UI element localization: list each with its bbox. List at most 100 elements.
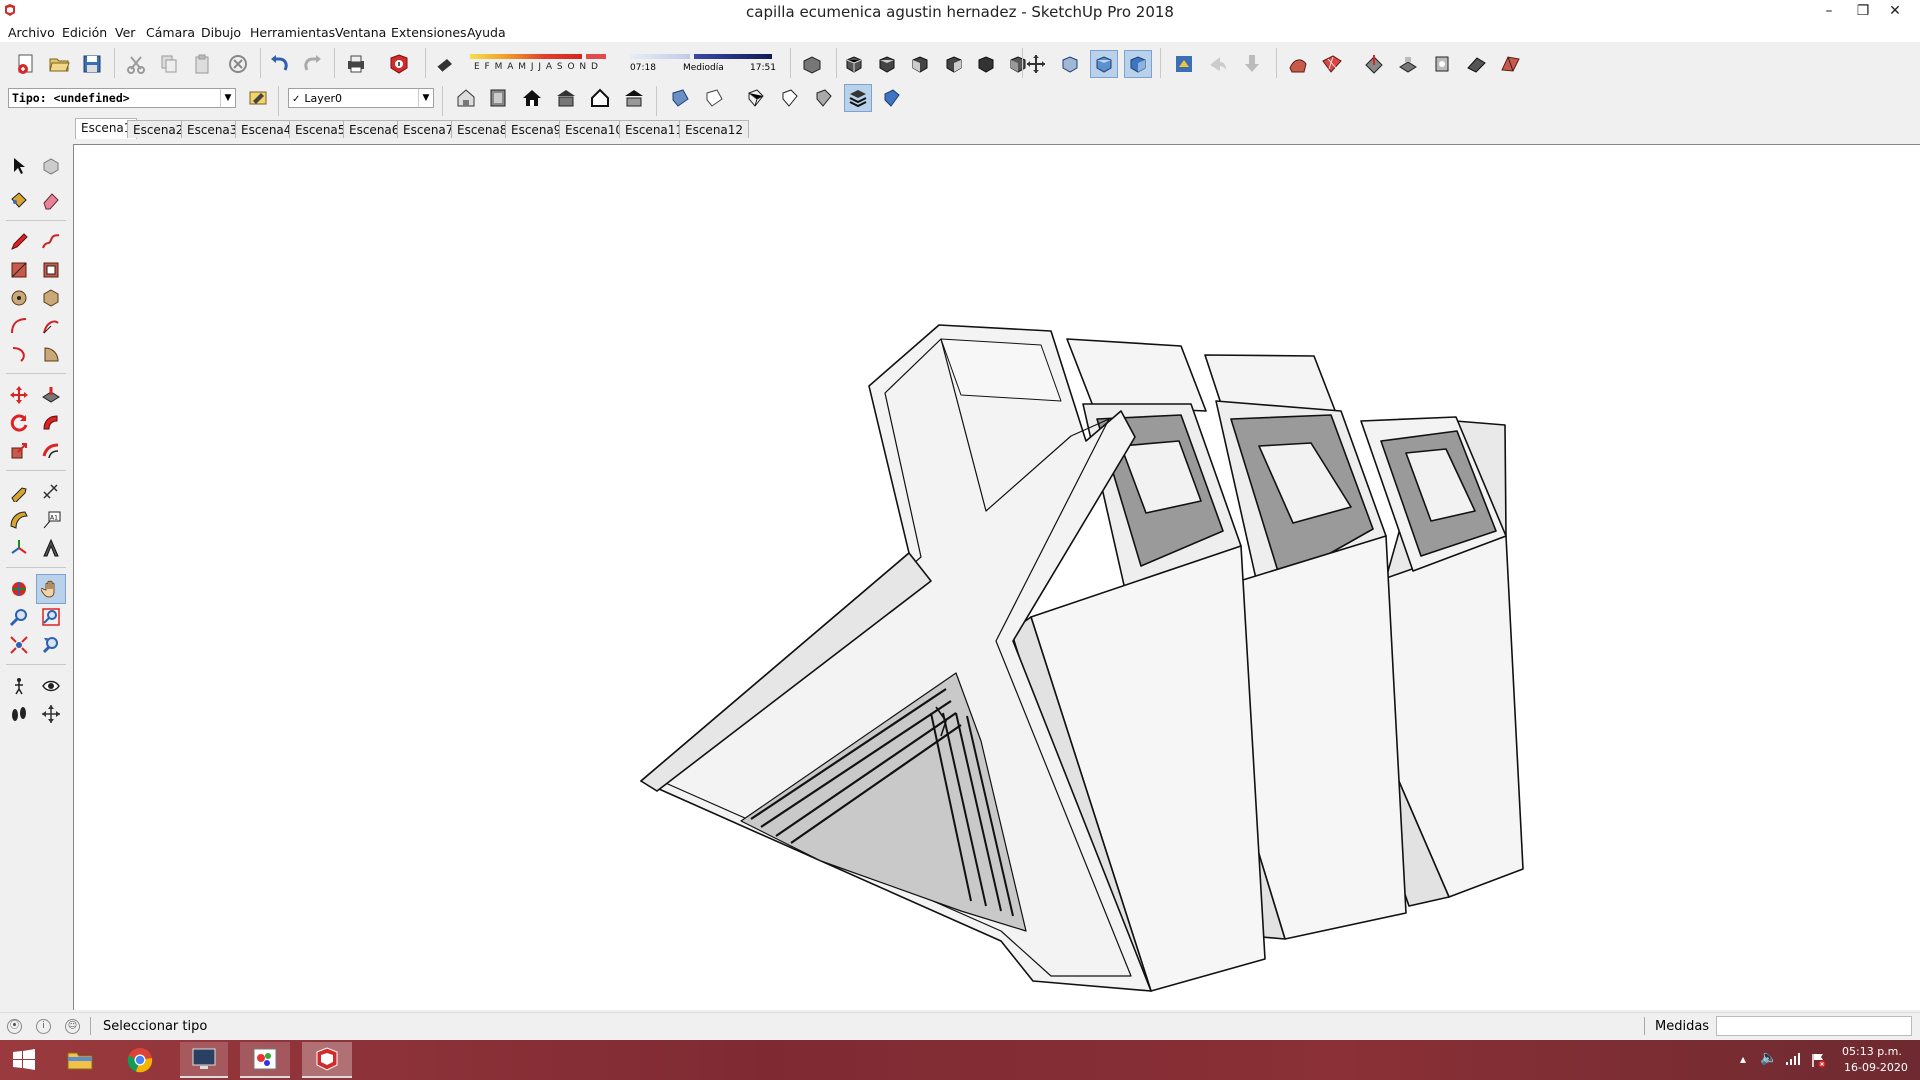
offset-icon[interactable] — [36, 436, 66, 466]
axes-icon[interactable] — [4, 533, 34, 563]
sandbox-scratch-icon[interactable] — [1318, 50, 1346, 78]
download-icon[interactable] — [1238, 50, 1266, 78]
text-label-icon[interactable]: A1 — [36, 505, 66, 535]
line-pencil-icon[interactable] — [4, 227, 34, 257]
restore-button[interactable]: ❐ — [1848, 0, 1878, 22]
drape-icon[interactable] — [1428, 50, 1456, 78]
volume-icon[interactable]: 🔈 — [1760, 1050, 1777, 1066]
save-disk-icon[interactable] — [78, 50, 106, 78]
chrome-icon[interactable] — [118, 1042, 162, 1078]
monochrome-icon[interactable] — [810, 84, 838, 112]
signal-bars-icon[interactable] — [1785, 1052, 1801, 1066]
previous-view-icon[interactable] — [36, 630, 66, 660]
smoove-icon[interactable] — [1360, 50, 1388, 78]
menu-herramientas[interactable]: Herramientas — [250, 25, 335, 40]
make-component-icon[interactable] — [36, 151, 66, 181]
credits-icon[interactable]: i — [36, 1019, 51, 1034]
close-button[interactable]: ✕ — [1880, 0, 1910, 22]
clock-date[interactable]: 16-09-2020 — [1844, 1061, 1908, 1074]
protractor-icon[interactable] — [4, 505, 34, 535]
two-point-arc-icon[interactable] — [36, 311, 66, 341]
open-folder-icon[interactable] — [45, 50, 73, 78]
copy-icon[interactable] — [155, 50, 183, 78]
xray-face-icon[interactable] — [666, 84, 694, 112]
components-icon[interactable] — [798, 50, 826, 78]
iso-view-icon[interactable] — [840, 50, 868, 78]
home-icon[interactable] — [518, 84, 546, 112]
paint-app-icon[interactable] — [240, 1042, 290, 1078]
sketchup-taskbar-icon[interactable] — [302, 1042, 352, 1078]
pie-icon[interactable] — [36, 339, 66, 369]
flip-edge-icon[interactable] — [1496, 50, 1524, 78]
warehouse-icon[interactable] — [1170, 50, 1198, 78]
add-detail-icon[interactable] — [1462, 50, 1490, 78]
rotated-rectangle-icon[interactable] — [36, 255, 66, 285]
monitor-app-icon[interactable] — [180, 1042, 228, 1078]
push-pull-icon[interactable] — [36, 380, 66, 410]
geolocation-icon[interactable]: ⦿ — [7, 1019, 22, 1034]
delete-icon[interactable] — [224, 50, 252, 78]
rotate-icon[interactable] — [4, 408, 34, 438]
tab-escena12[interactable]: Escena12 — [679, 120, 750, 138]
clock-time[interactable]: 05:13 p.m. — [1842, 1045, 1902, 1058]
back-edges-icon[interactable] — [700, 84, 728, 112]
arc-icon[interactable] — [4, 311, 34, 341]
zoom-extents-icon[interactable] — [4, 630, 34, 660]
user-account-icon[interactable]: ☺ — [65, 1019, 80, 1034]
menu-camara[interactable]: Cámara — [146, 25, 195, 40]
three-point-arc-icon[interactable] — [4, 339, 34, 369]
position-camera-icon[interactable] — [4, 671, 34, 701]
freehand-icon[interactable] — [36, 227, 66, 257]
rectangle-icon[interactable] — [4, 255, 34, 285]
xray-icon[interactable] — [1056, 50, 1084, 78]
roof-icon[interactable] — [620, 84, 648, 112]
house-cut-icon[interactable] — [552, 84, 580, 112]
menu-edicion[interactable]: Edición — [62, 25, 107, 40]
polygon-icon[interactable] — [36, 283, 66, 313]
zoom-window-icon[interactable] — [36, 602, 66, 632]
house-outline-icon[interactable] — [586, 84, 614, 112]
share-model-icon[interactable] — [1204, 50, 1232, 78]
eraser-icon[interactable] — [36, 185, 66, 215]
paste-icon[interactable] — [188, 50, 216, 78]
circle-icon[interactable] — [4, 283, 34, 313]
paint-tipo-icon[interactable] — [244, 84, 272, 112]
shadow-time-slider[interactable]: 07:18 Mediodía 17:51 — [628, 52, 776, 78]
menu-dibujo[interactable]: Dibujo — [201, 25, 241, 40]
menu-ventana[interactable]: Ventana — [335, 25, 386, 40]
undo-icon[interactable] — [266, 50, 294, 78]
top-view-icon[interactable] — [873, 50, 901, 78]
tray-expand-icon[interactable]: ▴ — [1740, 1052, 1746, 1066]
shadows-toggle-icon[interactable] — [430, 50, 458, 78]
shaded-icon[interactable] — [1090, 50, 1118, 78]
textured-icon[interactable] — [878, 84, 906, 112]
right-view-icon[interactable] — [940, 50, 968, 78]
tape-measure-icon[interactable] — [4, 477, 34, 507]
cut-icon[interactable] — [122, 50, 150, 78]
new-file-icon[interactable] — [12, 50, 40, 78]
back-view-icon[interactable] — [972, 50, 1000, 78]
dimension-icon[interactable] — [36, 477, 66, 507]
warehouse-model-icon[interactable] — [452, 84, 480, 112]
hidden-line-icon[interactable] — [776, 84, 804, 112]
tipo-combo[interactable]: Tipo: <undefined> ▼ — [8, 88, 236, 108]
sandbox-contours-icon[interactable] — [1284, 50, 1312, 78]
chevron-down-icon[interactable]: ▼ — [220, 89, 235, 107]
redo-icon[interactable] — [298, 50, 326, 78]
minimize-button[interactable]: – — [1814, 0, 1844, 22]
wireframe-icon[interactable] — [742, 84, 770, 112]
measurements-input[interactable] — [1716, 1016, 1912, 1036]
menu-ayuda[interactable]: Ayuda — [467, 25, 506, 40]
move-icon[interactable] — [4, 380, 34, 410]
print-icon[interactable] — [342, 50, 370, 78]
stamp-icon[interactable] — [1394, 50, 1422, 78]
menu-archivo[interactable]: Archivo — [8, 25, 55, 40]
orbit-axes-icon[interactable] — [1022, 50, 1050, 78]
scale-icon[interactable] — [4, 436, 34, 466]
walk-footprints-icon[interactable] — [4, 699, 34, 729]
shaded-textures-icon[interactable] — [1124, 50, 1152, 78]
follow-me-icon[interactable] — [36, 408, 66, 438]
front-view-icon[interactable] — [906, 50, 934, 78]
select-arrow-icon[interactable] — [4, 151, 34, 181]
layer-combo[interactable]: ✓ Layer0 ▼ — [288, 88, 434, 108]
